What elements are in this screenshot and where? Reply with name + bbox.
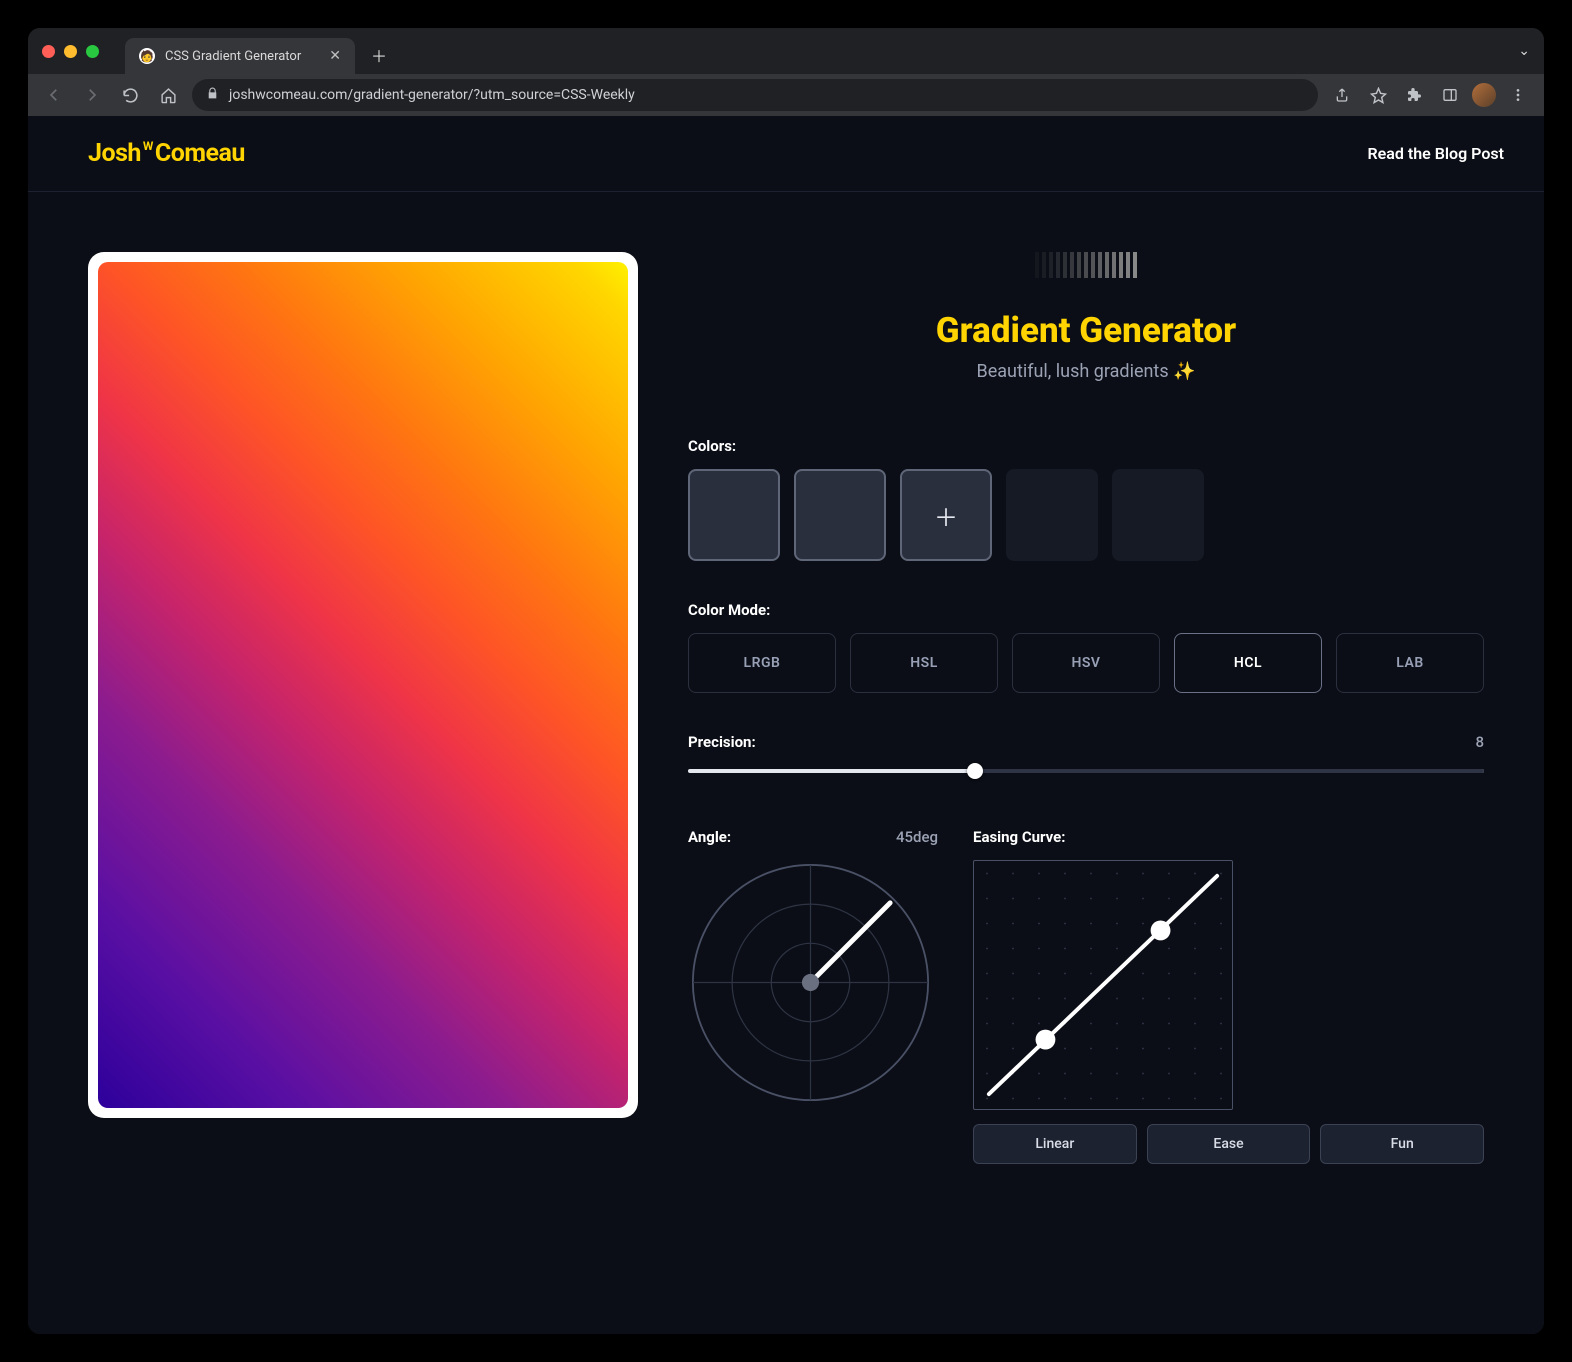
page-subtitle: Beautiful, lush gradients ✨: [688, 361, 1484, 382]
tab-strip: 🧑 CSS Gradient Generator ✕ ＋ ⌄: [28, 28, 1544, 74]
precision-label: Precision: 8: [688, 733, 1484, 751]
easing-preset-linear[interactable]: Linear: [973, 1124, 1137, 1164]
forward-button[interactable]: [78, 81, 106, 109]
add-color-button[interactable]: ＋: [900, 469, 992, 561]
maximize-window-dot[interactable]: [86, 45, 99, 58]
gradient-preview-inner: [98, 262, 628, 1108]
mode-hsl[interactable]: HSL: [850, 633, 998, 693]
color-swatch-1[interactable]: [688, 469, 780, 561]
gradient-preview: [88, 252, 638, 1118]
easing-label: Easing Curve:: [973, 828, 1484, 846]
profile-avatar[interactable]: [1472, 83, 1496, 107]
back-button[interactable]: [40, 81, 68, 109]
blog-link[interactable]: Read the Blog Post: [1367, 144, 1504, 163]
url-text: joshwcomeau.com/gradient-generator/?utm_…: [229, 87, 635, 103]
favicon-icon: 🧑: [139, 48, 155, 64]
precision-slider[interactable]: [688, 769, 1484, 773]
precision-slider-thumb[interactable]: [967, 763, 983, 779]
color-swatch-empty-1: [1006, 469, 1098, 561]
easing-presets: LinearEaseFun: [973, 1124, 1484, 1164]
close-tab-icon[interactable]: ✕: [329, 48, 341, 64]
easing-preset-ease[interactable]: Ease: [1147, 1124, 1311, 1164]
logo-first: Josh: [88, 139, 141, 168]
decorative-bars-icon: [1035, 252, 1137, 278]
site-header: Josh W Comeau ⌄ Read the Blog Post: [28, 116, 1544, 192]
color-swatches: ＋: [688, 469, 1484, 561]
more-menu-button[interactable]: [1504, 81, 1532, 109]
precision-label-text: Precision:: [688, 733, 756, 751]
color-mode-label: Color Mode:: [688, 601, 1484, 619]
home-button[interactable]: [154, 81, 182, 109]
address-bar[interactable]: joshwcomeau.com/gradient-generator/?utm_…: [192, 79, 1318, 111]
angle-value: 45deg: [896, 828, 938, 846]
angle-label-row: Angle: 45deg: [688, 828, 938, 846]
site-logo[interactable]: Josh W Comeau ⌄: [88, 139, 255, 168]
lock-icon: [206, 87, 219, 104]
tab-title: CSS Gradient Generator: [165, 49, 301, 64]
logo-caret-icon: ⌄: [195, 154, 203, 165]
mode-lab[interactable]: LAB: [1336, 633, 1484, 693]
easing-preset-fun[interactable]: Fun: [1320, 1124, 1484, 1164]
browser-toolbar: joshwcomeau.com/gradient-generator/?utm_…: [28, 74, 1544, 116]
page: Josh W Comeau ⌄ Read the Blog Post: [28, 116, 1544, 1334]
color-swatch-2[interactable]: [794, 469, 886, 561]
color-swatch-empty-2: [1112, 469, 1204, 561]
close-window-dot[interactable]: [42, 45, 55, 58]
browser-tab[interactable]: 🧑 CSS Gradient Generator ✕: [125, 38, 355, 74]
mode-hsv[interactable]: HSV: [1012, 633, 1160, 693]
minimize-window-dot[interactable]: [64, 45, 77, 58]
colors-label: Colors:: [688, 437, 1484, 455]
mode-lrgb[interactable]: LRGB: [688, 633, 836, 693]
page-title: Gradient Generator: [688, 310, 1484, 351]
tabs-overflow-icon[interactable]: ⌄: [1518, 43, 1530, 59]
logo-w: W: [143, 139, 153, 153]
angle-label: Angle:: [688, 828, 731, 846]
reload-button[interactable]: [116, 81, 144, 109]
new-tab-button[interactable]: ＋: [365, 41, 393, 69]
bookmark-button[interactable]: [1364, 81, 1392, 109]
browser-window: 🧑 CSS Gradient Generator ✕ ＋ ⌄ joshwcome…: [28, 28, 1544, 1334]
window-traffic-lights[interactable]: [42, 45, 99, 58]
angle-dial[interactable]: [688, 860, 933, 1105]
color-mode-group: LRGBHSLHSVHCLLAB: [688, 633, 1484, 693]
panel-button[interactable]: [1436, 81, 1464, 109]
precision-value: 8: [1475, 733, 1484, 751]
extensions-button[interactable]: [1400, 81, 1428, 109]
plus-icon: ＋: [934, 498, 958, 533]
mode-hcl[interactable]: HCL: [1174, 633, 1322, 693]
share-button[interactable]: [1328, 81, 1356, 109]
controls-panel: Gradient Generator Beautiful, lush gradi…: [688, 252, 1484, 1164]
easing-editor[interactable]: [973, 860, 1233, 1110]
